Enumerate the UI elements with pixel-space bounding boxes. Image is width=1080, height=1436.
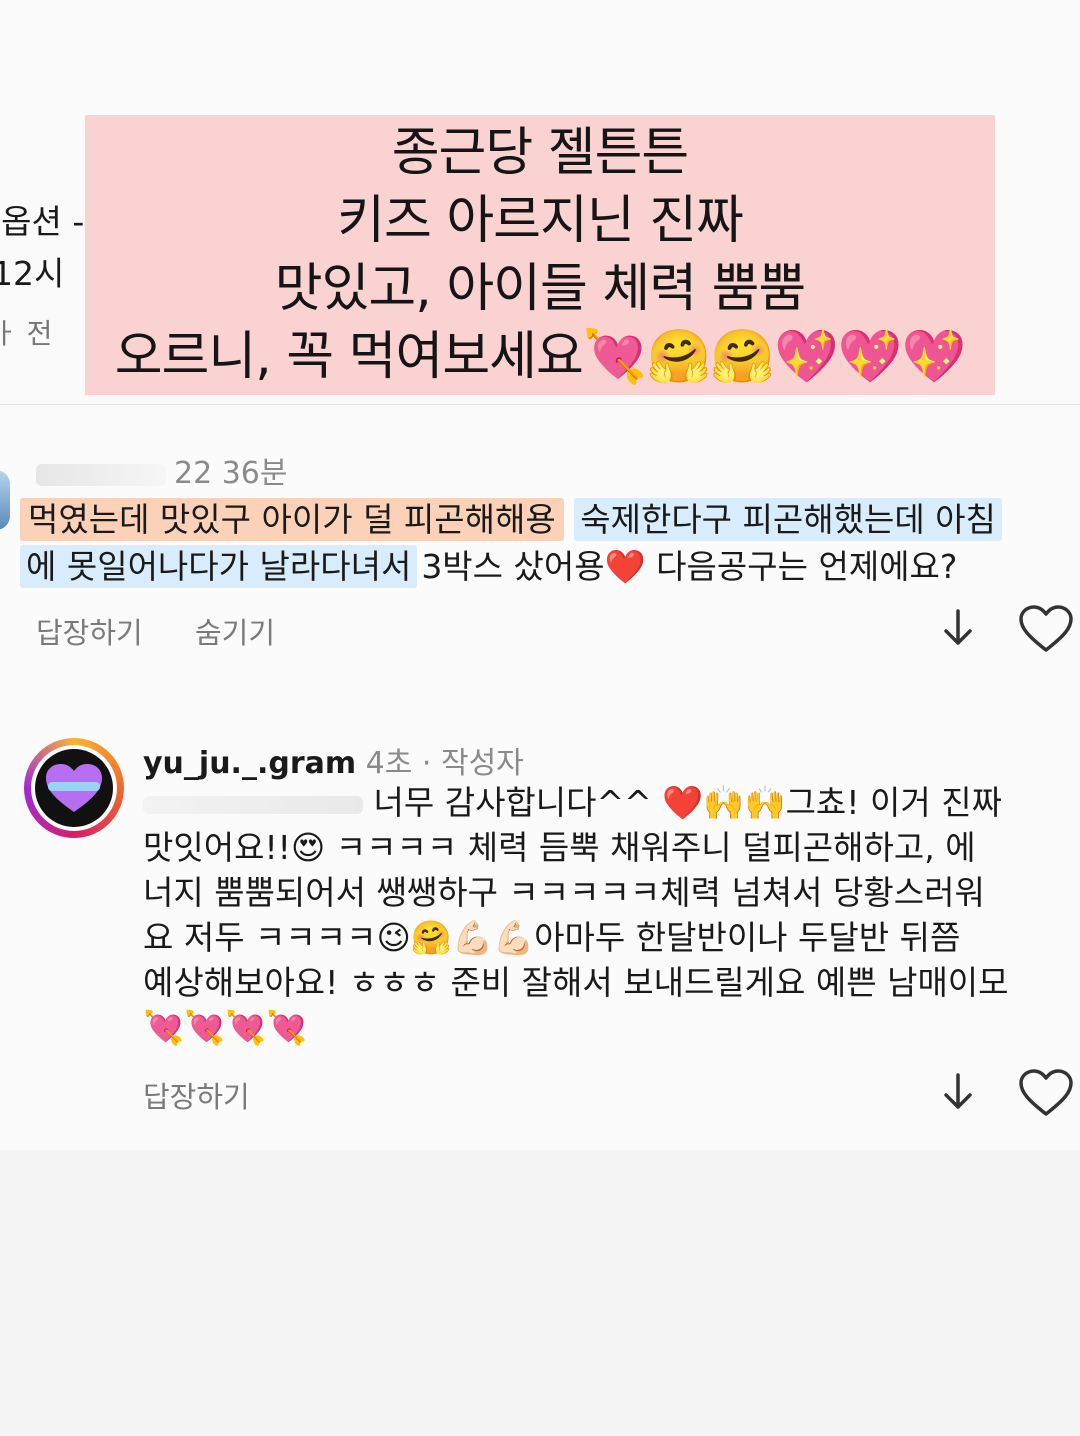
caption-box: 종근당 젤튼튼 키즈 아르지닌 진짜 맛있고, 아이들 체력 뿜뿜 오르니, 꼭…	[85, 115, 995, 395]
caption-line: 키즈 아르지닌 진짜	[337, 191, 744, 251]
divider	[0, 404, 1080, 405]
highlighted-text-orange: 먹였는데 맛있구 아이가 덜 피곤해해용	[20, 498, 564, 541]
caption-line: 종근당 젤튼튼	[391, 123, 690, 183]
highlighted-text-blue: 숙제한다구 피곤해했는데 아침	[574, 498, 1002, 541]
peek-ago-text: ㅏ 전	[0, 317, 53, 350]
comment-body: 먹였는데 맛있구 아이가 덜 피곤해해용 숙제한다구 피곤해했는데 아침 에 못…	[20, 496, 1075, 590]
caption-line: 맛있고, 아이들 체력 뿜뿜	[274, 259, 807, 319]
comment-line: 너무 감사합니다^^ ❤️🙌🙌그쵸! 이거 진짜	[143, 780, 1078, 825]
commenter-avatar[interactable]	[0, 470, 10, 530]
reply-button[interactable]: 답장하기	[143, 1074, 250, 1116]
heart-outline-icon[interactable]	[1018, 604, 1074, 658]
comment-time: 22 36분	[174, 456, 288, 491]
comment-line: 먹였는데 맛있구 아이가 덜 피곤해해용 숙제한다구 피곤해했는데 아침	[20, 496, 1075, 543]
comment-line: 💘💘💘💘	[143, 1008, 308, 1047]
avatar-image	[35, 749, 113, 827]
comment-line: 요 저두 ㅋㅋㅋㅋ😉🤗💪🏻💪🏻아마두 한달반이나 두달반 뒤쯤	[143, 918, 961, 957]
reply-button[interactable]: 답장하기	[36, 610, 143, 652]
empty-comment-area	[0, 1150, 1080, 1436]
comment-meta: yu_ju._.gram 4초 · 작성자	[143, 738, 524, 782]
comment-line: 예상해보아요! ㅎㅎㅎ 준비 잘해서 보내드릴게요 예쁜 남매이모	[143, 963, 1009, 1002]
peek-time-text: 12시	[0, 254, 65, 293]
heart-outline-icon[interactable]	[1018, 1068, 1074, 1122]
purple-heart-logo	[46, 764, 102, 812]
peek-option-text: l옵션 -	[0, 202, 85, 241]
avatar-ring	[31, 745, 117, 831]
blurred-username	[36, 463, 166, 486]
highlighted-text-blue: 에 못일어나다가 날라다녀서	[20, 545, 418, 588]
download-arrow-icon[interactable]	[940, 608, 976, 652]
author-avatar[interactable]	[24, 738, 124, 838]
hide-button[interactable]: 숨기기	[195, 610, 275, 652]
comment-text: 너무 감사합니다^^ ❤️🙌🙌그쵸! 이거 진짜	[373, 783, 1002, 822]
comment-time: 4초	[365, 746, 413, 781]
comment-body: 너무 감사합니다^^ ❤️🙌🙌그쵸! 이거 진짜 맛잇어요!!😍 ㅋㅋㅋㅋ 체력…	[143, 780, 1078, 1050]
download-arrow-icon[interactable]	[940, 1072, 976, 1116]
comment-text: 3박스 샀어용❤️ 다음공구는 언제에요?	[421, 547, 958, 586]
blurred-mention	[143, 795, 363, 814]
comment-line: 맛잇어요!!😍 ㅋㅋㅋㅋ 체력 듬뿍 채워주니 덜피곤해하고, 에	[143, 828, 976, 867]
username-link[interactable]: yu_ju._.gram	[143, 746, 356, 781]
comment-line: 에 못일어나다가 날라다녀서 3박스 샀어용❤️ 다음공구는 언제에요?	[20, 543, 1075, 590]
comment-line: 너지 뿜뿜되어서 쌩쌩하구 ㅋㅋㅋㅋㅋ체력 넘쳐서 당황스러워	[143, 873, 985, 912]
comment-meta: 22 36분	[36, 448, 287, 492]
caption-line: 오르니, 꼭 먹여보세요💘🤗🤗💖💖💖	[114, 327, 967, 387]
author-badge: · 작성자	[421, 746, 524, 781]
